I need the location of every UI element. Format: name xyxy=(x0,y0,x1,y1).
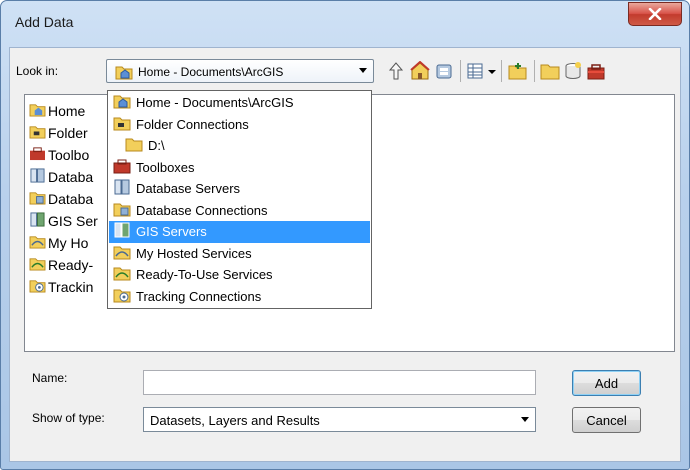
add-data-dialog: Add Data Look in: Home - Documents\ArcGI… xyxy=(0,0,690,470)
toolbox-icon xyxy=(29,146,46,164)
folder-icon xyxy=(125,136,143,155)
database-connection-icon xyxy=(29,190,46,208)
show-type-combo[interactable]: Datasets, Layers and Results xyxy=(143,407,536,432)
list-item[interactable]: My Ho xyxy=(29,232,109,254)
new-folder-button[interactable] xyxy=(540,61,560,81)
toolbox-icon xyxy=(587,64,605,80)
home-button[interactable] xyxy=(410,60,430,81)
toolbar-separator xyxy=(534,60,535,82)
dropdown-item-ready-to-use-services[interactable]: Ready-To-Use Services xyxy=(109,264,370,286)
list-item[interactable]: Ready- xyxy=(29,254,109,276)
hosted-services-icon xyxy=(29,234,46,252)
look-in-dropdown-list[interactable]: Home - Documents\ArcGIS Folder Connectio… xyxy=(107,90,372,309)
list-item-label: Toolbo xyxy=(48,147,90,163)
home-folder-icon xyxy=(29,102,46,120)
database-icon xyxy=(436,64,452,79)
show-type-label: Show of type: xyxy=(32,411,105,425)
list-view-icon xyxy=(467,63,483,79)
look-in-value: Home - Documents\ArcGIS xyxy=(138,65,284,79)
dropdown-item-gis-servers[interactable]: GIS Servers xyxy=(109,221,370,243)
list-item-label: Databa xyxy=(48,169,94,185)
list-item[interactable]: GIS Ser xyxy=(29,210,109,232)
up-arrow-icon xyxy=(388,62,404,80)
list-item-label: Ready- xyxy=(48,257,94,273)
dropdown-item-label: Database Connections xyxy=(136,202,268,218)
dropdown-item-label: Folder Connections xyxy=(136,116,249,132)
home-folder-icon xyxy=(115,64,133,83)
add-button[interactable]: Add xyxy=(572,370,641,396)
database-server-icon xyxy=(113,179,131,198)
folder-connection-icon xyxy=(29,124,46,142)
catalog-tree-button[interactable] xyxy=(508,61,528,81)
name-label: Name: xyxy=(32,371,68,385)
list-item-label: Databa xyxy=(48,191,94,207)
toolbar-separator xyxy=(501,60,502,82)
toolbar-separator xyxy=(460,60,461,82)
dropdown-item-tracking-connections[interactable]: Tracking Connections xyxy=(109,286,370,308)
dropdown-item-database-servers[interactable]: Database Servers xyxy=(109,178,370,200)
connect-to-folder-button[interactable] xyxy=(434,61,454,81)
dropdown-item-label: Database Servers xyxy=(136,181,241,197)
list-item-label: Home xyxy=(48,103,86,119)
list-item[interactable]: Databa xyxy=(29,166,109,188)
home-folder-icon xyxy=(113,93,131,112)
list-item-label: GIS Ser xyxy=(48,213,98,229)
name-input[interactable] xyxy=(143,370,536,395)
list-item[interactable]: Folder xyxy=(29,122,109,144)
dropdown-item-d-drive[interactable]: D:\ xyxy=(109,135,370,157)
look-in-combo[interactable]: Home - Documents\ArcGIS xyxy=(106,59,374,83)
dropdown-item-my-hosted-services[interactable]: My Hosted Services xyxy=(109,243,370,265)
list-item-label: Folder xyxy=(48,125,88,141)
dropdown-item-label: Ready-To-Use Services xyxy=(136,267,273,283)
close-icon xyxy=(648,8,662,20)
dropdown-item-folder-connections[interactable]: Folder Connections xyxy=(109,114,370,136)
up-one-level-button[interactable] xyxy=(386,61,406,81)
look-in-label: Look in: xyxy=(16,64,59,78)
list-item-label: My Ho xyxy=(48,235,89,251)
new-geodatabase-button[interactable] xyxy=(563,61,583,81)
close-button[interactable] xyxy=(628,2,682,26)
database-connection-icon xyxy=(113,201,131,220)
tracking-connection-icon xyxy=(29,278,46,296)
home-icon xyxy=(410,60,430,80)
dropdown-item-label: Toolboxes xyxy=(136,159,195,175)
gis-server-icon xyxy=(113,222,131,241)
tracking-connection-icon xyxy=(113,287,131,306)
database-server-icon xyxy=(29,168,46,186)
list-item-label: Trackin xyxy=(48,279,94,295)
dropdown-item-label: My Hosted Services xyxy=(136,245,252,261)
title-bar[interactable]: Add Data xyxy=(1,1,689,37)
window-title: Add Data xyxy=(15,14,74,30)
list-item[interactable]: Databa xyxy=(29,188,109,210)
dropdown-item-database-connections[interactable]: Database Connections xyxy=(109,200,370,222)
new-toolbox-button[interactable] xyxy=(586,61,606,81)
dropdown-item-label: Home - Documents\ArcGIS xyxy=(136,95,294,111)
list-item[interactable]: Home xyxy=(29,100,109,122)
chevron-down-icon xyxy=(359,68,367,73)
ready-services-icon xyxy=(29,256,46,274)
dropdown-item-toolboxes[interactable]: Toolboxes xyxy=(109,157,370,179)
dropdown-item-home[interactable]: Home - Documents\ArcGIS xyxy=(109,92,370,114)
toolbox-icon xyxy=(113,158,131,177)
gis-server-icon xyxy=(29,212,46,230)
list-item[interactable]: Trackin xyxy=(29,276,109,298)
ready-services-icon xyxy=(113,265,131,284)
cancel-button[interactable]: Cancel xyxy=(572,407,641,433)
new-folder-icon xyxy=(508,63,527,80)
dropdown-item-label: D:\ xyxy=(148,138,165,154)
show-type-value: Datasets, Layers and Results xyxy=(150,413,320,428)
chevron-down-icon xyxy=(488,70,496,74)
folder-icon xyxy=(540,64,560,80)
view-options-dropdown[interactable] xyxy=(487,61,497,81)
new-item-icon xyxy=(565,62,581,80)
folder-connection-icon xyxy=(113,115,131,134)
view-options-button[interactable] xyxy=(466,61,486,81)
dropdown-item-label: Tracking Connections xyxy=(136,288,262,304)
dropdown-item-label: GIS Servers xyxy=(136,224,207,240)
list-item[interactable]: Toolbo xyxy=(29,144,109,166)
chevron-down-icon xyxy=(521,416,529,422)
hosted-services-icon xyxy=(113,244,131,263)
